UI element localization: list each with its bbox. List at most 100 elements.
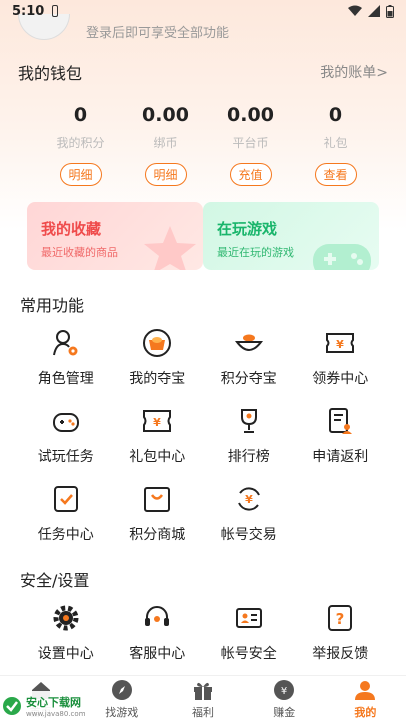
compass-icon xyxy=(111,679,133,701)
points-detail-button[interactable]: 明细 xyxy=(59,163,102,186)
gift-icon xyxy=(192,679,214,701)
star-icon xyxy=(144,226,196,270)
my-favorites-card[interactable]: 我的收藏 最近收藏的商品 xyxy=(27,202,203,270)
report-feedback-tile[interactable]: ? 举报反馈 xyxy=(295,597,387,675)
wallet-title: 我的钱包 xyxy=(18,64,83,83)
rebate-icon xyxy=(329,408,353,434)
status-bar: 5:10 xyxy=(0,0,406,22)
task-icon xyxy=(53,486,78,512)
status-time: 5:10 xyxy=(12,3,45,19)
tile-label: 申请返利 xyxy=(312,449,369,465)
common-functions-title: 常用功能 xyxy=(20,296,85,315)
wallet-label: 我的积分 xyxy=(56,136,105,150)
report-icon: ? xyxy=(328,605,353,631)
coupon-center-tile[interactable]: ¥ 领券中心 xyxy=(295,322,387,400)
points-mall-tile[interactable]: 积分商城 xyxy=(112,478,204,556)
watermark-url: www.java80.com xyxy=(26,710,86,718)
playing-title: 在玩游戏 xyxy=(217,220,278,238)
tile-label: 我的夺宝 xyxy=(129,371,186,387)
wallet-label: 平台币 xyxy=(232,136,269,150)
gift-center-tile[interactable]: ¥ 礼包中心 xyxy=(112,400,204,478)
security-grid: 设置中心 客服中心 帐号安全 ? 举报反馈 xyxy=(20,597,386,675)
favorites-title: 我的收藏 xyxy=(41,220,102,238)
wallet-value: 0 xyxy=(328,104,343,126)
tile-label: 帐号交易 xyxy=(220,527,277,543)
tile-label: 领券中心 xyxy=(312,371,369,387)
tab-label: 福利 xyxy=(192,706,214,719)
user-icon xyxy=(354,679,376,701)
account-security-tile[interactable]: 帐号安全 xyxy=(203,597,295,675)
recharge-button[interactable]: 充值 xyxy=(229,163,272,186)
settings-center-tile[interactable]: 设置中心 xyxy=(20,597,112,675)
role-manage-icon xyxy=(52,330,78,356)
tile-label: 角色管理 xyxy=(37,371,94,387)
wallet-value: 0.00 xyxy=(142,104,189,126)
my-treasure-tile[interactable]: 我的夺宝 xyxy=(112,322,204,400)
playing-subtitle: 最近在玩的游戏 xyxy=(217,246,294,259)
svg-text:¥: ¥ xyxy=(245,493,253,506)
points-treasure-tile[interactable]: 积分夺宝 xyxy=(203,322,295,400)
trial-task-tile[interactable]: 试玩任务 xyxy=(20,400,112,478)
battery-icon xyxy=(386,4,394,18)
shop-icon xyxy=(144,487,171,512)
task-center-tile[interactable]: 任务中心 xyxy=(20,478,112,556)
wallet-value: 0.00 xyxy=(227,104,274,126)
svg-text:?: ? xyxy=(336,610,345,628)
security-settings-title: 安全/设置 xyxy=(20,571,90,590)
gift-view-button[interactable]: 查看 xyxy=(314,163,357,186)
wallet-gift-packs: 0 礼包 查看 xyxy=(293,104,378,186)
common-functions-grid: 角色管理 我的夺宝 积分夺宝 ¥ 领券中心 试玩任务 ¥ 礼包中心 排行榜 申请… xyxy=(20,322,386,556)
playing-games-card[interactable]: 在玩游戏 最近在玩的游戏 xyxy=(203,202,379,270)
wallet-stats: 0 我的积分 明细 0.00 绑币 明细 0.00 平台币 充值 0 礼包 查看 xyxy=(38,104,378,186)
watermark: 安心下载网 www.java80.com xyxy=(2,691,102,721)
coin-bag-icon: ¥ xyxy=(273,679,295,701)
gift-ticket-icon: ¥ xyxy=(143,410,172,432)
account-trade-icon: ¥ xyxy=(237,487,260,511)
id-card-icon xyxy=(235,608,262,628)
tab-label: 找游戏 xyxy=(105,706,139,719)
login-hint[interactable]: 登录后即可享受全部功能 xyxy=(86,22,229,41)
tab-earn[interactable]: ¥ 赚金 xyxy=(244,676,325,723)
account-trade-tile[interactable]: ¥ 帐号交易 xyxy=(203,478,295,556)
gamepad-deco-icon xyxy=(313,244,371,270)
tile-label: 排行榜 xyxy=(227,449,270,465)
signal-icon xyxy=(368,5,380,17)
headset-icon xyxy=(145,606,170,626)
wallet-label: 绑币 xyxy=(153,136,178,150)
tile-label: 帐号安全 xyxy=(220,646,277,662)
tab-benefits[interactable]: 福利 xyxy=(162,676,243,723)
tile-label: 礼包中心 xyxy=(129,449,186,465)
bound-coins-detail-button[interactable]: 明细 xyxy=(144,163,187,186)
tile-label: 客服中心 xyxy=(129,646,186,662)
customer-service-tile[interactable]: 客服中心 xyxy=(112,597,204,675)
wallet-label: 礼包 xyxy=(323,136,348,150)
tab-label: 赚金 xyxy=(273,706,296,719)
points-treasure-icon xyxy=(234,334,263,351)
apply-rebate-tile[interactable]: 申请返利 xyxy=(295,400,387,478)
tab-label: 我的 xyxy=(354,706,377,719)
tile-label: 试玩任务 xyxy=(37,449,94,465)
wallet-platform-coins: 0.00 平台币 充值 xyxy=(208,104,293,186)
watermark-text: 安心下载网 xyxy=(26,696,81,709)
favorites-subtitle: 最近收藏的商品 xyxy=(41,246,118,259)
tile-label: 任务中心 xyxy=(37,527,94,543)
my-bill-link[interactable]: 我的账单> xyxy=(320,62,388,82)
tab-mine[interactable]: 我的 xyxy=(325,676,406,723)
svg-text:¥: ¥ xyxy=(281,686,287,697)
leaderboard-tile[interactable]: 排行榜 xyxy=(203,400,295,478)
svg-text:¥: ¥ xyxy=(153,416,161,429)
sim-card-icon xyxy=(52,5,59,17)
role-manage-tile[interactable]: 角色管理 xyxy=(20,322,112,400)
wifi-icon xyxy=(348,5,362,16)
gear-icon xyxy=(53,605,79,631)
coupon-icon: ¥ xyxy=(326,333,355,353)
trophy-icon xyxy=(240,409,257,433)
gamepad-icon xyxy=(52,413,79,432)
wallet-bound-coins: 0.00 绑币 明细 xyxy=(123,104,208,186)
tile-label: 设置中心 xyxy=(37,646,94,662)
wallet-points: 0 我的积分 明细 xyxy=(38,104,123,186)
svg-text:¥: ¥ xyxy=(336,338,344,351)
watermark-logo-icon xyxy=(3,697,21,715)
tile-label: 积分商城 xyxy=(129,527,186,543)
treasure-icon xyxy=(143,329,172,357)
